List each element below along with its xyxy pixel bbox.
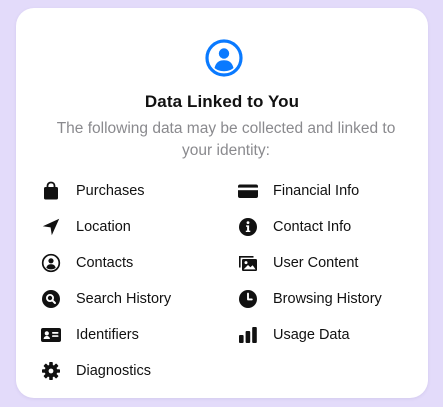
data-item-usage-data: Usage Data: [237, 324, 350, 346]
gear-icon: [40, 360, 62, 382]
data-item-purchases: Purchases: [40, 180, 145, 202]
data-item-label: User Content: [273, 255, 359, 271]
data-item-label: Location: [76, 219, 131, 235]
search-circle-icon: [40, 288, 62, 310]
data-item-label: Search History: [76, 291, 172, 307]
data-item-diagnostics: Diagnostics: [40, 360, 151, 382]
data-item-browsing-history: Browsing History: [237, 288, 382, 310]
data-item-label: Contact Info: [273, 219, 352, 235]
data-item-label: Identifiers: [76, 327, 139, 343]
data-item-label: Contacts: [76, 255, 134, 271]
data-item-identifiers: Identifiers: [40, 324, 139, 346]
data-item-user-content: User Content: [237, 252, 358, 274]
data-item-label: Usage Data: [273, 327, 350, 343]
bar-chart-icon: [237, 324, 259, 346]
credit-card-icon: [237, 180, 259, 202]
data-item-contact-info: Contact Info: [237, 216, 351, 238]
data-item-label: Browsing History: [273, 291, 382, 307]
person-circle-icon: [204, 38, 244, 78]
clock-icon: [237, 288, 259, 310]
id-card-icon: [40, 324, 62, 346]
photos-icon: [237, 252, 259, 274]
card-title: Data Linked to You: [144, 92, 300, 111]
shopping-bag-icon: [40, 180, 62, 202]
data-item-contacts: Contacts: [40, 252, 133, 274]
person-circle-icon: [40, 252, 62, 274]
data-item-location: Location: [40, 216, 131, 238]
location-arrow-icon: [40, 216, 62, 238]
card-subtitle: The following data may be collected and …: [56, 120, 396, 159]
info-circle-icon: [237, 216, 259, 238]
data-item-label: Diagnostics: [76, 363, 151, 379]
data-item-label: Purchases: [76, 183, 145, 199]
privacy-card: Data Linked to You The following data ma…: [16, 8, 428, 398]
data-item-financial-info: Financial Info: [237, 180, 359, 202]
data-item-label: Financial Info: [273, 183, 360, 199]
data-item-search-history: Search History: [40, 288, 171, 310]
